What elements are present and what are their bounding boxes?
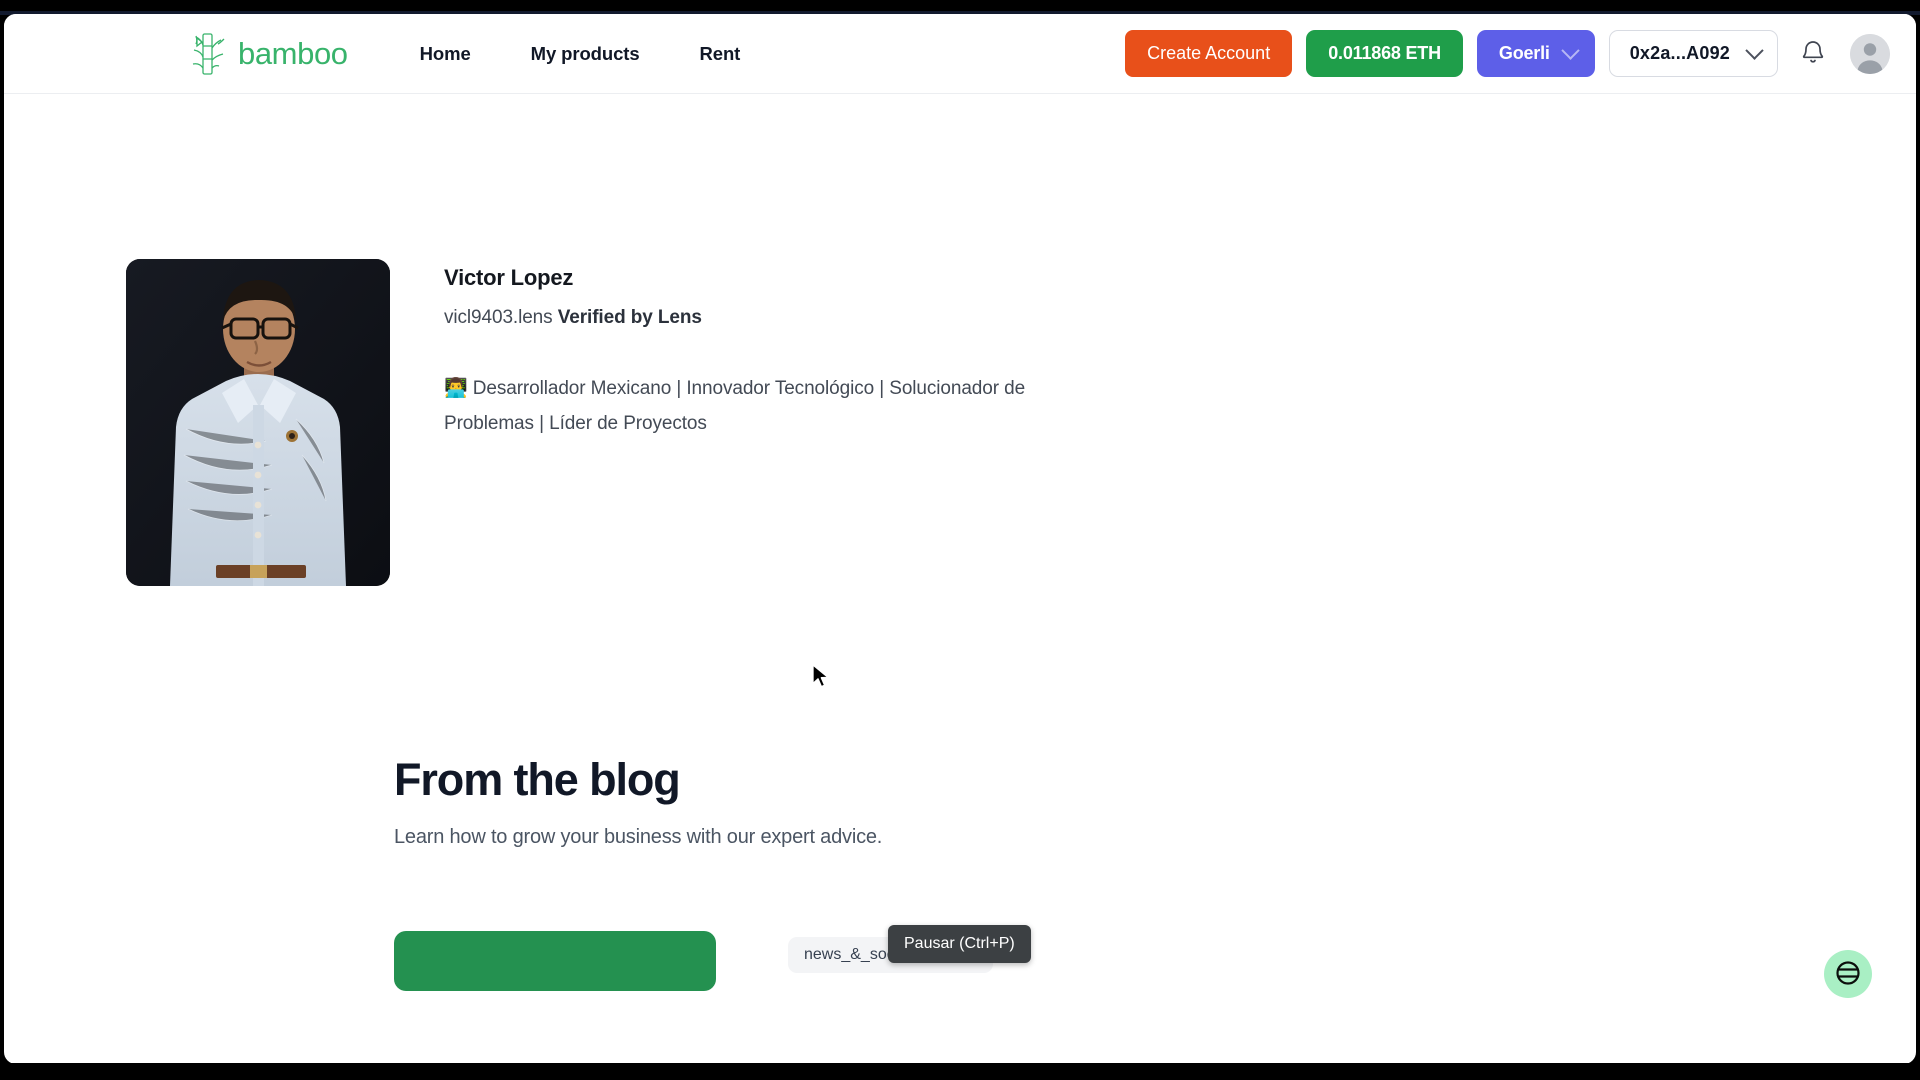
pause-tooltip: Pausar (Ctrl+P) <box>888 925 1031 963</box>
nav-item-rent[interactable]: Rent <box>670 33 771 75</box>
wallet-address-button[interactable]: 0x2a...A092 <box>1608 30 1778 77</box>
verified-badge: Verified by Lens <box>557 307 702 328</box>
profile-photo <box>126 259 390 586</box>
blog-title: From the blog <box>394 754 681 805</box>
profile-handle-row: vicl9403.lens Verified by Lens <box>444 307 1084 329</box>
create-account-button[interactable]: Create Account <box>1125 30 1293 77</box>
screen: bamboo Home My products Rent Create Acco… <box>0 0 1920 1080</box>
nav-item-home[interactable]: Home <box>390 33 501 75</box>
chevron-down-icon <box>1561 41 1580 60</box>
wallet-address-label: 0x2a...A092 <box>1629 43 1730 63</box>
profile-name: Victor Lopez <box>444 265 574 290</box>
header-actions: Create Account 0.011868 ETH Goerli 0x2a.… <box>1125 30 1890 77</box>
brand-name: bamboo <box>238 36 348 71</box>
user-avatar-icon <box>1850 33 1890 74</box>
blog-row: news_&_social_concern <box>394 931 1916 992</box>
profile-section: Victor Lopez vicl9403.lens Verified by L… <box>4 94 1916 586</box>
blog-cta-button[interactable] <box>394 931 716 992</box>
lens-logo-icon <box>1834 959 1862 990</box>
blog-subtitle: Learn how to grow your business with our… <box>394 826 883 849</box>
avatar[interactable] <box>1850 33 1890 74</box>
profile-handle: vicl9403.lens <box>444 307 553 328</box>
bell-icon <box>1801 39 1825 68</box>
network-selector-button[interactable]: Goerli <box>1476 30 1595 77</box>
window-bottom-bar <box>0 1063 1920 1080</box>
chevron-down-icon <box>1745 41 1764 60</box>
profile-info: Victor Lopez vicl9403.lens Verified by L… <box>444 259 1084 586</box>
site-header: bamboo Home My products Rent Create Acco… <box>4 14 1916 94</box>
nav-item-my-products[interactable]: My products <box>501 33 670 75</box>
lens-fab-button[interactable] <box>1824 950 1872 998</box>
bamboo-stalk-icon <box>184 30 230 78</box>
notifications-button[interactable] <box>1796 37 1830 71</box>
profile-bio: 👨‍💻 Desarrollador Mexicano | Innovador T… <box>444 378 1026 434</box>
network-label: Goerli <box>1498 43 1550 63</box>
main-nav: Home My products Rent <box>390 33 771 75</box>
browser-viewport: bamboo Home My products Rent Create Acco… <box>4 14 1916 1064</box>
brand-logo[interactable]: bamboo <box>184 30 348 78</box>
wallet-balance-button[interactable]: 0.011868 ETH <box>1306 30 1463 77</box>
